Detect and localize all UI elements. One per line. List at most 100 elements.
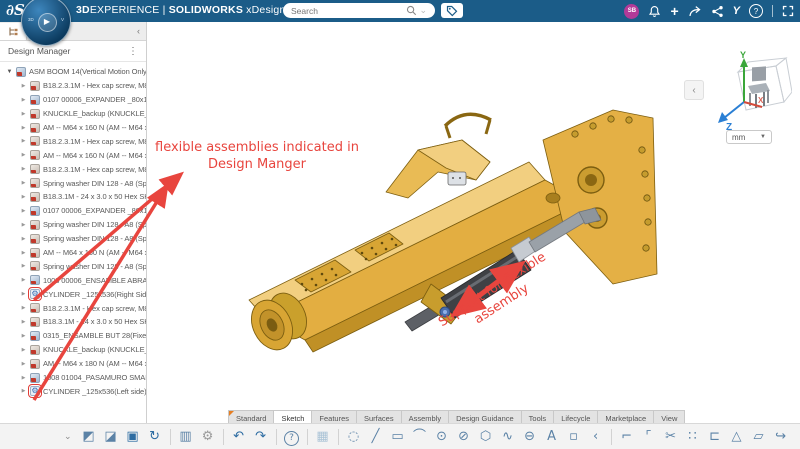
swym-icon[interactable]: Y	[733, 5, 740, 17]
tree-row[interactable]: ▶AM -- M64 x 160 N (AM -- M64 x...	[0, 148, 146, 162]
expand-arrow-icon[interactable]: ▶	[20, 305, 27, 311]
tree-row[interactable]: ▶Spring washer DIN 128 - A8 (Spri...	[0, 176, 146, 190]
3d-viewport[interactable]: ‹ Y Z X	[146, 22, 800, 424]
toolbar-collapse-icon[interactable]: ⌄	[58, 431, 78, 442]
trim-tool-icon[interactable]: ✂	[661, 427, 681, 447]
expand-arrow-icon[interactable]: ▶	[20, 83, 27, 89]
expand-arrow-icon[interactable]: ▶	[20, 277, 27, 283]
tab-sketch[interactable]: Sketch	[273, 410, 312, 424]
tab-view[interactable]: View	[653, 410, 685, 424]
expand-arrow-icon[interactable]: ▶	[20, 208, 27, 214]
tree-row[interactable]: ▶0107 00006_EXPANDER _80x14...	[0, 93, 146, 107]
tree-row[interactable]: ▶Spring washer DIN 128 - A8 (Spri...	[0, 232, 146, 246]
tree-row[interactable]: ▶KNUCKLE_backup (KNUCKLE_b...	[0, 343, 146, 357]
constraint-tool-icon[interactable]: △	[727, 427, 747, 447]
share-nodes-icon[interactable]	[711, 5, 724, 18]
tab-surfaces[interactable]: Surfaces	[356, 410, 402, 424]
tree-row[interactable]: ▶⚙CYLINDER _125x536(Right Side...	[0, 287, 146, 301]
search-icon[interactable]	[406, 5, 417, 16]
circle-tool-icon[interactable]: ⊙	[432, 427, 452, 447]
expand-arrow-icon[interactable]: ▶	[20, 263, 27, 269]
share-icon[interactable]	[688, 5, 702, 18]
tree-row[interactable]: ▶B18.2.3.1M - Hex cap screw, M8 ...	[0, 79, 146, 93]
tree-row[interactable]: ▶AM -- M64 x 180 N (AM -- M64 x...	[0, 357, 146, 371]
save-icon[interactable]: ▣	[123, 427, 143, 447]
text-tool-icon[interactable]: A	[542, 427, 562, 447]
redo-icon[interactable]: ↷	[251, 427, 271, 447]
tree-row[interactable]: ▶B18.3.1M - 24 x 3.0 x 50 Hex SH...	[0, 190, 146, 204]
expand-arrow-icon[interactable]: ▶	[20, 97, 27, 103]
expand-arrow-icon[interactable]: ▶	[20, 347, 27, 353]
tree-row[interactable]: ▼ASM BOOM 14(Vertical Motion Only)	[0, 65, 146, 79]
convert-entities-icon[interactable]: ↪	[771, 427, 791, 447]
search-scope-chevron-icon[interactable]: ⌄	[419, 5, 427, 16]
tree-row[interactable]: ▶KNUCKLE_backup (KNUCKLE_b...	[0, 107, 146, 121]
offset-tool-icon[interactable]: ⊏	[705, 427, 725, 447]
viewport-collapse-icon[interactable]: ‹	[684, 80, 704, 100]
expand-arrow-icon[interactable]: ▶	[20, 375, 27, 381]
undo-icon[interactable]: ↶	[229, 427, 249, 447]
polyline-tool-icon[interactable]: ‹	[586, 427, 606, 447]
panel-collapse-icon[interactable]: ‹	[131, 26, 146, 36]
expand-arrow-icon[interactable]: ▶	[20, 166, 27, 172]
tree-row[interactable]: ▶Spring washer DIN 128 - A8 (Spri...	[0, 218, 146, 232]
expand-arrow-icon[interactable]: ▶	[20, 319, 27, 325]
help-icon[interactable]: ?	[282, 427, 302, 447]
expand-arrow-icon[interactable]: ▶	[20, 236, 27, 242]
ellipse-tool-icon[interactable]: ⊘	[454, 427, 474, 447]
collapse-arrow-icon[interactable]: ▼	[6, 69, 13, 75]
rectangle-tool-icon[interactable]: ▭	[388, 427, 408, 447]
tree-row[interactable]: ▶B18.3.1M - 24 x 3.0 x 50 Hex SH...	[0, 315, 146, 329]
search-box[interactable]: ⌄	[283, 3, 435, 18]
help-icon[interactable]: ?	[749, 4, 763, 18]
cube-tool-icon[interactable]: ▱	[749, 427, 769, 447]
expand-arrow-icon[interactable]: ▶	[20, 152, 27, 158]
part-library-icon[interactable]: ◪	[101, 427, 121, 447]
expand-arrow-icon[interactable]: ▶	[20, 125, 27, 131]
tab-features[interactable]: Features	[311, 410, 357, 424]
expand-arrow-icon[interactable]: ▶	[20, 250, 27, 256]
tab-marketplace[interactable]: Marketplace	[597, 410, 654, 424]
tree-row[interactable]: ▶⚙CYLINDER _125x536(Left side) (...	[0, 384, 146, 398]
expand-arrow-icon[interactable]: ▶	[20, 111, 27, 117]
tree-row[interactable]: ▶1008 00006_ENSAMBLE ABRAZ...	[0, 273, 146, 287]
notifications-bell-icon[interactable]	[648, 5, 661, 18]
compass-play-icon[interactable]: ▶	[38, 13, 57, 32]
insert-part-icon[interactable]: ◩	[79, 427, 99, 447]
expand-arrow-icon[interactable]: ▶	[20, 291, 27, 297]
settings-gear-icon[interactable]: ⚙	[198, 427, 218, 447]
import-export-icon[interactable]: ▥	[176, 427, 196, 447]
orientation-triad[interactable]: Y Z X	[714, 50, 792, 142]
tab-standard[interactable]: Standard	[228, 410, 274, 424]
expand-arrow-icon[interactable]: ▶	[20, 180, 27, 186]
add-content-icon[interactable]: +	[670, 4, 678, 18]
tree-row[interactable]: ▶0107 00006_EXPANDER _80x14...	[0, 204, 146, 218]
line-tool-icon[interactable]: ╱	[366, 427, 386, 447]
panel-menu-icon[interactable]: ⋮	[128, 46, 138, 57]
search-input[interactable]	[289, 5, 406, 17]
expand-arrow-icon[interactable]: ▶	[20, 138, 27, 144]
spline-tool-icon[interactable]: ∿	[498, 427, 518, 447]
fullscreen-icon[interactable]	[782, 5, 794, 17]
avatar[interactable]: SB	[624, 4, 639, 19]
tab-design-guidance[interactable]: Design Guidance	[448, 410, 522, 424]
tab-tools[interactable]: Tools	[521, 410, 555, 424]
tree-row[interactable]: ▶AM -- M64 x 160 N (AM -- M64 x...	[0, 121, 146, 135]
slot-tool-icon[interactable]: ⊖	[520, 427, 540, 447]
polygon-tool-icon[interactable]: ⬡	[476, 427, 496, 447]
tab-lifecycle[interactable]: Lifecycle	[553, 410, 598, 424]
expand-arrow-icon[interactable]: ▶	[20, 222, 27, 228]
arc-tool-icon[interactable]: ⌒	[410, 427, 430, 447]
fillet-tool-icon[interactable]: ⌜	[639, 427, 659, 447]
units-dropdown[interactable]: mm ▼	[726, 130, 772, 144]
expand-arrow-icon[interactable]: ▶	[20, 361, 27, 367]
pattern-tool-icon[interactable]: ∷	[683, 427, 703, 447]
point-tool-icon[interactable]: ▫	[564, 427, 584, 447]
corner-tool-icon[interactable]: ⌐	[617, 427, 637, 447]
tag-button[interactable]	[441, 3, 463, 18]
sync-icon[interactable]: ↻	[145, 427, 165, 447]
tree-row[interactable]: ▶B18.2.3.1M - Hex cap screw, M8 ...	[0, 134, 146, 148]
lasso-select-icon[interactable]: ◌	[344, 427, 364, 447]
tree-row[interactable]: ▶AM -- M64 x 160 N (AM -- M64 x...	[0, 246, 146, 260]
expand-arrow-icon[interactable]: ▶	[20, 194, 27, 200]
